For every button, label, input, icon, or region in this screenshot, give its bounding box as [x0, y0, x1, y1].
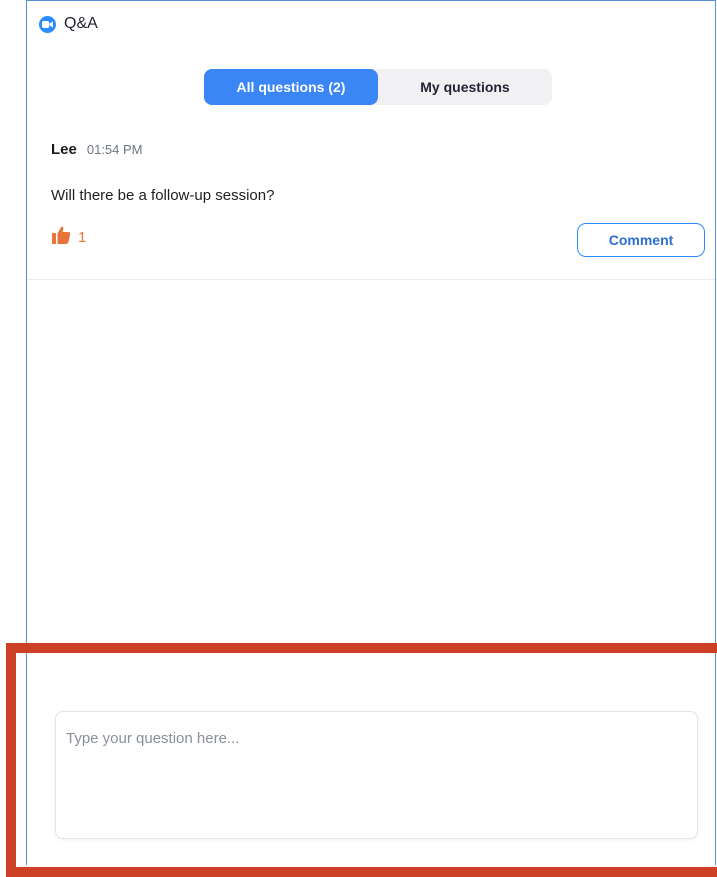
title-bar: Q&A — [39, 15, 98, 33]
question-input[interactable] — [55, 711, 698, 839]
like-button[interactable]: 1 — [51, 225, 86, 250]
zoom-camera-icon — [39, 15, 56, 33]
like-count: 1 — [78, 229, 87, 246]
tab-my-questions[interactable]: My questions — [378, 69, 552, 105]
thumbs-up-icon — [51, 225, 71, 250]
question-item: Lee 01:54 PM Will there be a follow-up s… — [27, 129, 715, 280]
question-time: 01:54 PM — [86, 142, 143, 157]
question-header: Lee 01:54 PM — [51, 141, 143, 158]
question-text: Will there be a follow-up session? — [51, 187, 275, 204]
window-title: Q&A — [64, 15, 98, 32]
tab-all-questions[interactable]: All questions (2) — [204, 69, 378, 105]
question-author: Lee — [51, 141, 77, 158]
comment-button[interactable]: Comment — [577, 223, 705, 257]
question-filter-tabs: All questions (2) My questions — [204, 69, 552, 105]
